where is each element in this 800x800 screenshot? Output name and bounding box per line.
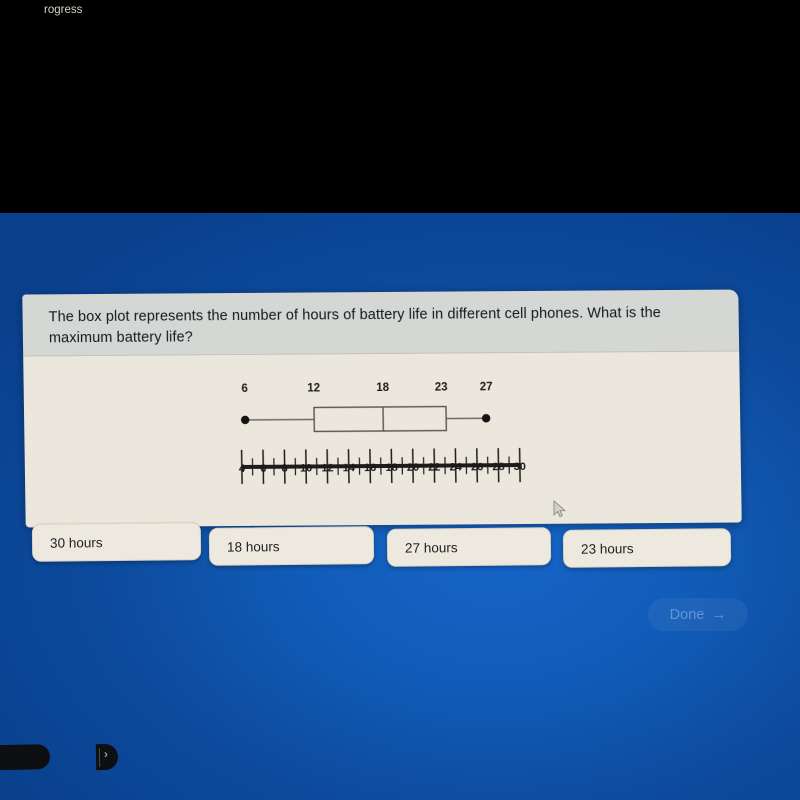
axis-tick-4: 4 <box>238 462 246 475</box>
axis-tick-14: 14 <box>342 462 355 475</box>
axis-tick-16: 16 <box>363 462 377 475</box>
box-plot-figure: 6 12 18 23 27 4 6 8 10 12 14 16 18 20 22… <box>230 381 532 503</box>
answer-option-4-label: 23 hours <box>580 540 634 557</box>
question-card-surface: The box plot represents the number of ho… <box>22 289 742 528</box>
axis-tick-30: 30 <box>513 460 526 474</box>
boxplot-label-max: 27 <box>479 381 493 394</box>
axis-tick-12: 12 <box>321 462 334 475</box>
boxplot-label-q3: 23 <box>434 381 448 394</box>
axis-tick-10: 10 <box>299 462 313 475</box>
axis-tick-18: 18 <box>385 461 398 474</box>
axis-tick-20: 20 <box>406 461 420 474</box>
axis-tick-22: 22 <box>428 461 441 474</box>
answer-option-3[interactable]: 27 hours <box>386 527 552 567</box>
question-text: The box plot represents the number of ho… <box>48 305 662 347</box>
question-card: The box plot represents the number of ho… <box>22 289 742 528</box>
chevron-right-icon[interactable]: › <box>104 749 108 761</box>
progress-pill[interactable] <box>0 744 51 771</box>
question-header: The box plot represents the number of ho… <box>22 289 740 357</box>
arrow-right-icon: → <box>711 606 727 623</box>
done-button-label: Done <box>669 606 705 623</box>
answer-option-3-label: 27 hours <box>404 539 458 556</box>
axis-tick-26: 26 <box>470 461 484 474</box>
answer-option-1-label: 30 hours <box>49 534 103 551</box>
boxplot-graphic <box>240 405 491 433</box>
answer-option-2-label: 18 hours <box>226 538 280 555</box>
boxplot-label-min: 6 <box>241 382 248 395</box>
boxplot-label-q1: 12 <box>307 382 321 395</box>
progress-label: rogress <box>44 4 83 16</box>
mouse-cursor <box>553 500 567 518</box>
question-figure-area: 6 12 18 23 27 4 6 8 10 12 14 16 18 20 22… <box>23 352 742 528</box>
boxplot-label-median: 18 <box>376 381 390 395</box>
answer-option-2[interactable]: 18 hours <box>208 526 375 566</box>
axis-tick-28: 28 <box>492 461 505 474</box>
top-black-bar <box>0 0 800 213</box>
axis-tick-8: 8 <box>281 462 288 475</box>
axis-tick-6: 6 <box>260 462 267 475</box>
answer-option-1[interactable]: 30 hours <box>31 522 202 562</box>
done-button[interactable]: Done → <box>648 598 748 631</box>
axis-tick-labels: 4 6 8 10 12 14 16 18 20 22 24 26 28 30 <box>231 445 531 477</box>
screen: The box plot represents the number of ho… <box>0 0 800 800</box>
answer-option-4[interactable]: 23 hours <box>562 528 732 568</box>
axis-tick-24: 24 <box>449 461 462 474</box>
